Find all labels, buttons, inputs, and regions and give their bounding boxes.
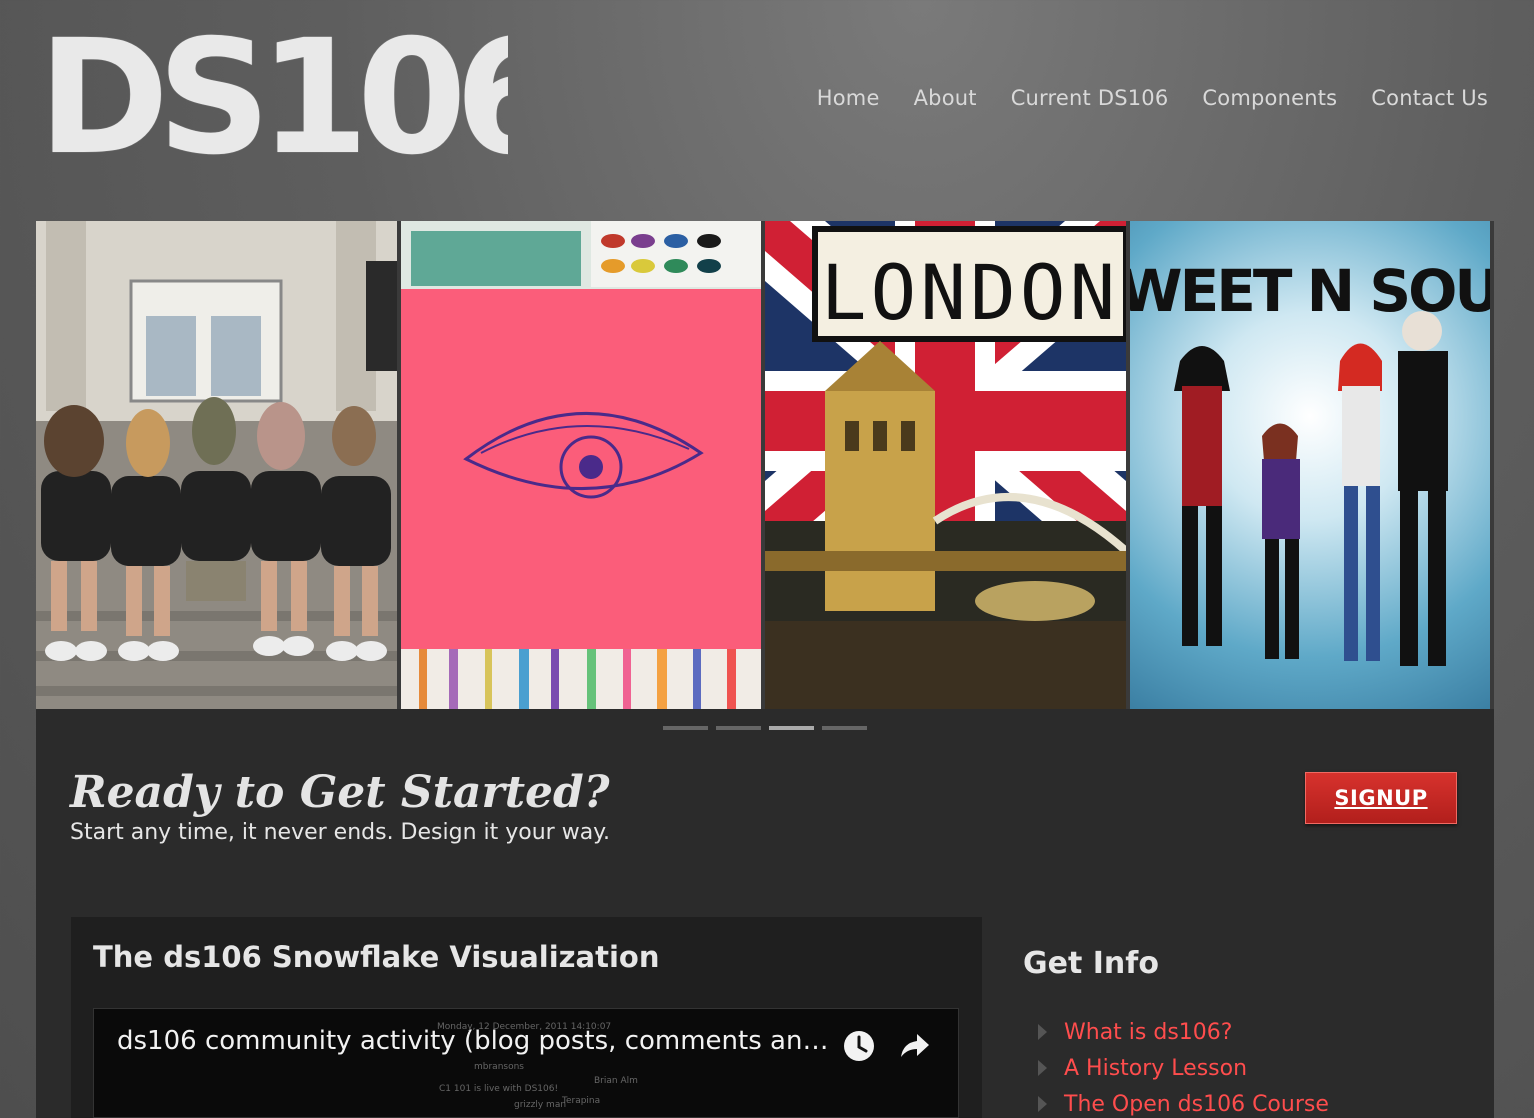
carousel-pagination xyxy=(663,726,867,730)
svg-text:Terapina: Terapina xyxy=(561,1096,600,1106)
sidebar-item-history-lesson: A History Lesson xyxy=(1038,1050,1329,1086)
nav-current-ds106[interactable]: Current DS106 xyxy=(1011,86,1169,110)
eye-drawing-image xyxy=(401,221,761,709)
cta-subtitle: Start any time, it never ends. Design it… xyxy=(70,820,611,845)
svg-text:DS106: DS106 xyxy=(38,22,508,162)
carousel-dot-3[interactable] xyxy=(769,726,814,730)
link-history-lesson[interactable]: A History Lesson xyxy=(1064,1056,1247,1081)
svg-text:LONDON: LONDON xyxy=(821,248,1120,337)
share-icon[interactable] xyxy=(897,1029,931,1063)
main-nav: Home About Current DS106 Components Cont… xyxy=(817,86,1488,110)
sidebar-title: Get Info xyxy=(1023,946,1159,981)
london-image: LONDON xyxy=(765,221,1126,709)
sweet-n-sour-image: SWEET N SOUR xyxy=(1130,257,1490,666)
nav-components[interactable]: Components xyxy=(1202,86,1337,110)
sidebar-item-open-course: The Open ds106 Course xyxy=(1038,1086,1329,1118)
bullet-arrow-icon xyxy=(1038,1060,1047,1076)
nav-about[interactable]: About xyxy=(914,86,977,110)
sidebar-item-what-is-ds106: What is ds106? xyxy=(1038,1014,1329,1050)
animal-masks-image xyxy=(36,221,397,709)
svg-text:C1 101 is live with DS106!: C1 101 is live with DS106! xyxy=(439,1084,558,1094)
video-title[interactable]: ds106 community activity (blog posts, co… xyxy=(117,1026,832,1056)
slide-sweet-n-sour[interactable]: SWEET N SOUR xyxy=(1130,221,1490,709)
link-open-ds106-course[interactable]: The Open ds106 Course xyxy=(1064,1092,1329,1117)
slide-eye-drawing[interactable] xyxy=(401,221,761,709)
watch-later-icon[interactable] xyxy=(842,1029,876,1063)
svg-text:grizzly man: grizzly man xyxy=(514,1100,566,1110)
link-what-is-ds106[interactable]: What is ds106? xyxy=(1064,1020,1232,1045)
carousel-dot-1[interactable] xyxy=(663,726,708,730)
carousel-dot-4[interactable] xyxy=(822,726,867,730)
slide-animal-masks[interactable] xyxy=(36,221,397,709)
feature-title: The ds106 Snowflake Visualization xyxy=(93,940,660,974)
svg-text:SWEET N SOUR: SWEET N SOUR xyxy=(1130,257,1490,325)
carousel-dot-2[interactable] xyxy=(716,726,761,730)
bullet-arrow-icon xyxy=(1038,1096,1047,1112)
image-carousel[interactable]: LONDON SWEET N SOUR xyxy=(36,221,1494,709)
bullet-arrow-icon xyxy=(1038,1024,1047,1040)
video-player[interactable]: Monday, 12 December, 2011 14:10:07 C1 10… xyxy=(93,1008,959,1118)
nav-home[interactable]: Home xyxy=(817,86,880,110)
signup-button[interactable]: SIGNUP xyxy=(1305,772,1457,824)
site-logo[interactable]: DS106 xyxy=(38,22,508,162)
cta-title: Ready to Get Started? xyxy=(70,767,610,818)
svg-text:Brian Alm: Brian Alm xyxy=(594,1076,638,1086)
nav-contact-us[interactable]: Contact Us xyxy=(1371,86,1488,110)
sidebar-links: What is ds106? A History Lesson The Open… xyxy=(1038,1014,1329,1118)
svg-text:mbransons: mbransons xyxy=(474,1062,524,1072)
slide-london[interactable]: LONDON xyxy=(765,221,1126,709)
